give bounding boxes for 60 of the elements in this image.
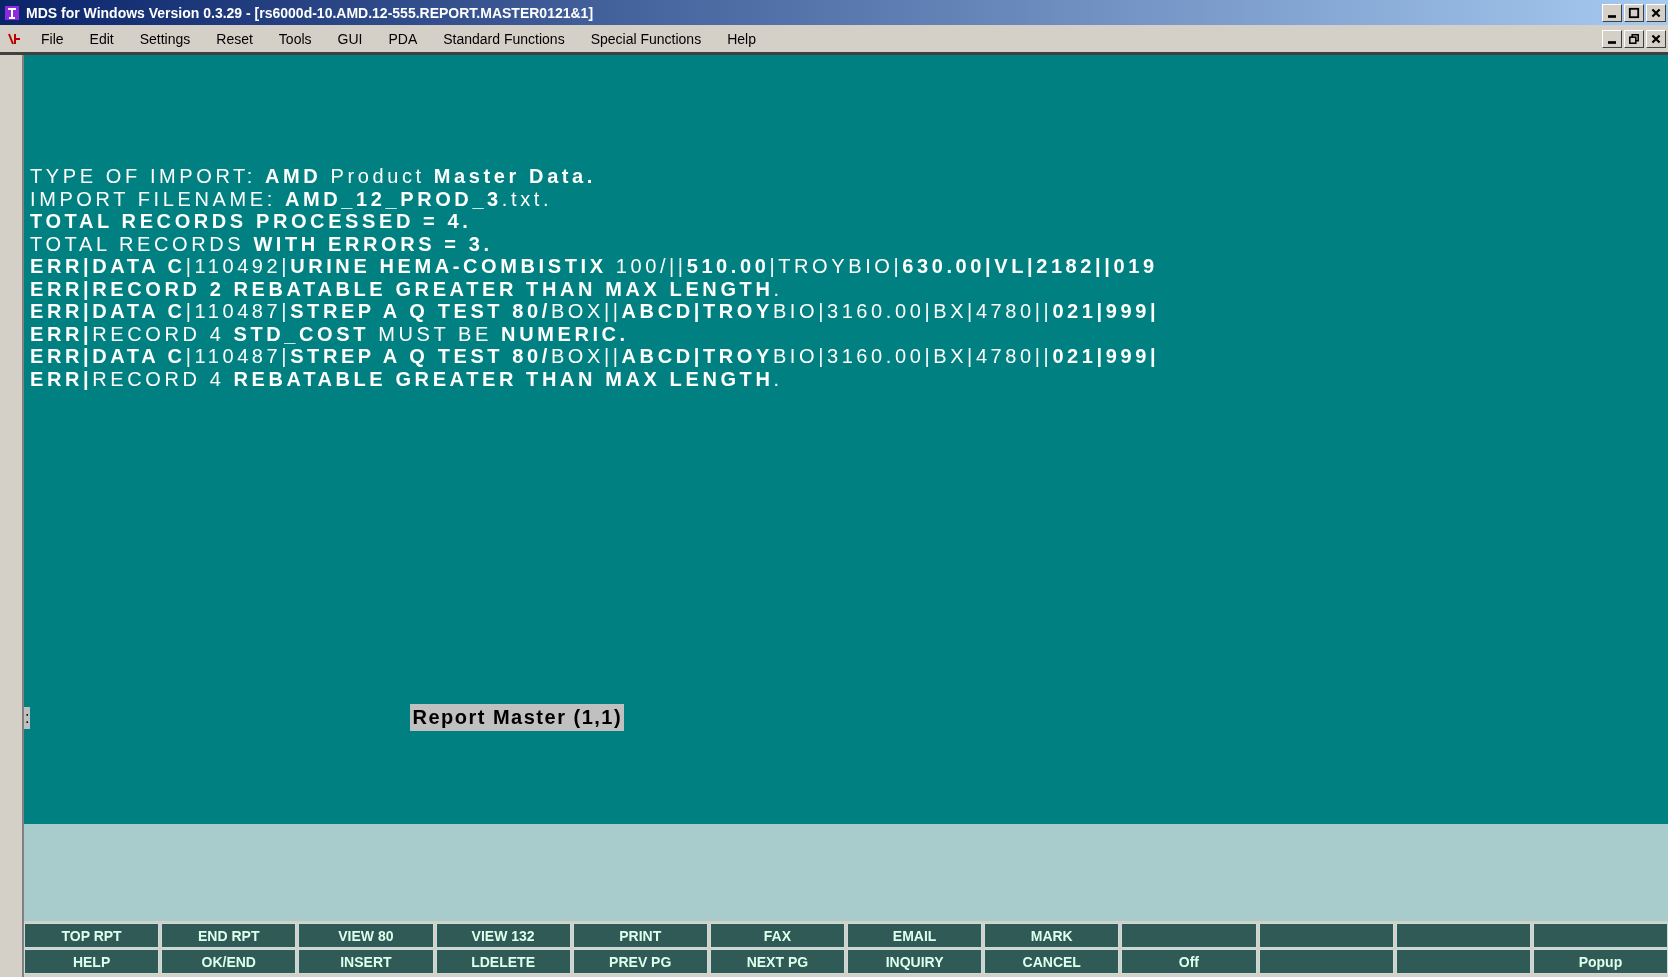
- minimize-button[interactable]: [1602, 3, 1622, 22]
- function-key-button[interactable]: FAX: [709, 923, 845, 948]
- function-key-button[interactable]: END RPT: [161, 923, 297, 948]
- function-key-button[interactable]: INQUIRY: [847, 949, 983, 974]
- window-title: MDS for Windows Version 0.3.29 - [rs6000d-10.AMD.12-555.REPORT.MASTER0121&1]: [26, 4, 594, 21]
- blank-function-key[interactable]: [1395, 949, 1531, 974]
- report-line: ERR|DATA C|110487|STREP A Q TEST 80/BOX||ABCD|TROYBIO|3160.00|BX|4780||021|999|: [30, 300, 1161, 323]
- menu-item[interactable]: Settings: [126, 30, 204, 47]
- function-key-button[interactable]: HELP: [24, 949, 160, 974]
- function-key-button[interactable]: MARK: [984, 923, 1120, 948]
- close-icon: [1649, 32, 1663, 45]
- function-key-button[interactable]: Popup: [1532, 949, 1668, 974]
- blank-function-key[interactable]: [1258, 923, 1394, 948]
- function-key-button[interactable]: VIEW 80: [298, 923, 434, 948]
- report-line: ERR|RECORD 4 REBATABLE GREATER THAN MAX LENGTH.: [30, 367, 784, 390]
- report-line: ERR|DATA C|110487|STREP A Q TEST 80/BOX||ABCD|TROYBIO|3160.00|BX|4780||021|999|: [30, 345, 1161, 368]
- restore-icon: [1627, 32, 1641, 45]
- blank-function-key[interactable]: [1395, 923, 1531, 948]
- function-key-button[interactable]: OK/END: [161, 949, 297, 974]
- command-prompt[interactable]: :: [24, 706, 31, 729]
- maximize-button[interactable]: [1624, 3, 1644, 22]
- menu-item[interactable]: Special Functions: [577, 30, 715, 47]
- close-icon: [1649, 6, 1663, 19]
- function-key-button[interactable]: Off: [1121, 949, 1257, 974]
- blank-function-key[interactable]: [1532, 923, 1668, 948]
- report-line: ERR|RECORD 4 STD_COST MUST BE NUMERIC.: [30, 322, 630, 345]
- report-line: ERR|RECORD 2 REBATABLE GREATER THAN MAX LENGTH.: [30, 277, 784, 300]
- minimize-icon: [1608, 14, 1616, 18]
- menu-item[interactable]: GUI: [324, 30, 376, 47]
- function-key-button[interactable]: TOP RPT: [24, 923, 160, 948]
- report-line: TOTAL RECORDS WITH ERRORS = 3.: [30, 232, 494, 255]
- menu-item[interactable]: Reset: [203, 30, 266, 47]
- menu-item[interactable]: Tools: [265, 30, 325, 47]
- report-line: TYPE OF IMPORT: AMD Product Master Data.: [30, 165, 597, 188]
- menu-item[interactable]: Help: [714, 30, 769, 47]
- menu-item[interactable]: File: [28, 30, 77, 47]
- report-line: ERR|DATA C|110492|URINE HEMA-COMBISTIX 100/||510.00|TROYBIO|630.00|VL|2182||019: [30, 255, 1159, 278]
- close-button[interactable]: [1646, 29, 1666, 48]
- function-key-button[interactable]: NEXT PG: [709, 949, 845, 974]
- close-button[interactable]: [1646, 3, 1666, 22]
- function-key-button[interactable]: INSERT: [298, 949, 434, 974]
- restore-button[interactable]: [1624, 29, 1644, 48]
- function-key-button[interactable]: PRINT: [572, 923, 708, 948]
- report-line: IMPORT FILENAME: AMD_12_PROD_3.txt.: [30, 187, 554, 210]
- menu-item[interactable]: Standard Functions: [430, 30, 578, 47]
- app-logo-icon: [4, 4, 20, 21]
- function-key-button[interactable]: PREV PG: [572, 949, 708, 974]
- blank-function-key[interactable]: [1121, 923, 1257, 948]
- report-line: TOTAL RECORDS PROCESSED = 4.: [30, 210, 473, 233]
- minimize-icon: [1608, 40, 1616, 44]
- function-key-button[interactable]: EMAIL: [847, 923, 983, 948]
- blank-function-key[interactable]: [1258, 949, 1394, 974]
- menu-item[interactable]: PDA: [375, 30, 431, 47]
- function-key-button[interactable]: LDELETE: [435, 949, 571, 974]
- maximize-icon: [1627, 6, 1641, 19]
- status-label: Report Master (1,1): [410, 704, 625, 731]
- function-key-button[interactable]: CANCEL: [984, 949, 1120, 974]
- function-key-button[interactable]: VIEW 132: [435, 923, 571, 948]
- minimize-button[interactable]: [1602, 29, 1622, 48]
- menu-item[interactable]: Edit: [76, 30, 127, 47]
